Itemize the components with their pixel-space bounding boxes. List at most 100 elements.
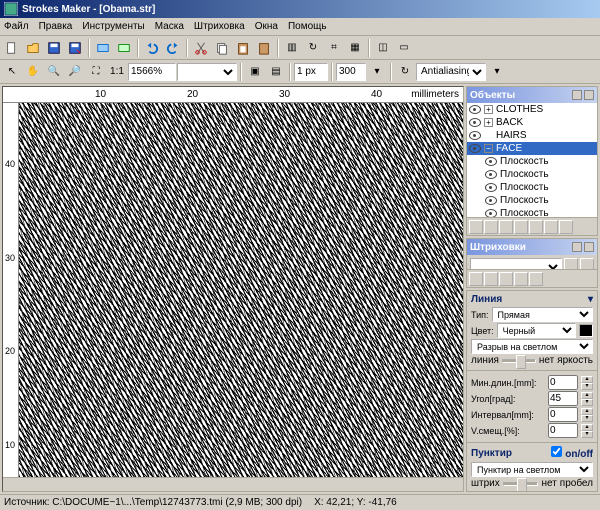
copy-button[interactable] xyxy=(212,38,232,58)
color-swatch[interactable] xyxy=(579,324,593,337)
fit-tool[interactable]: ⛶ xyxy=(86,62,106,82)
st-b-button[interactable] xyxy=(484,272,498,286)
st-c-button[interactable] xyxy=(499,272,513,286)
undo-button[interactable] xyxy=(142,38,162,58)
interval-input[interactable] xyxy=(548,407,578,422)
panel-min-icon[interactable] xyxy=(572,90,582,100)
refresh-button[interactable]: ↻ xyxy=(395,62,415,82)
eye-icon[interactable] xyxy=(469,131,481,140)
menu-tools[interactable]: Инструменты xyxy=(82,21,144,32)
obj-opts-button[interactable] xyxy=(544,220,558,234)
layer-b-button[interactable]: ▤ xyxy=(266,62,286,82)
tree-row[interactable]: −FACE xyxy=(467,142,597,155)
panel-close-icon[interactable] xyxy=(584,242,594,252)
actual-tool[interactable]: 1:1 xyxy=(107,62,127,82)
new-button[interactable] xyxy=(2,38,22,58)
st-e-button[interactable] xyxy=(529,272,543,286)
dash-slider[interactable] xyxy=(503,482,539,486)
obj-del-button[interactable] xyxy=(499,220,513,234)
line-color-select[interactable]: Черный xyxy=(497,323,576,338)
tree-row[interactable]: Плоскость xyxy=(467,168,597,181)
dash-onoff-checkbox[interactable] xyxy=(551,446,562,457)
angle-input[interactable] xyxy=(548,391,578,406)
open-button[interactable] xyxy=(23,38,43,58)
tree-row[interactable]: Плоскость xyxy=(467,194,597,207)
eye-icon[interactable] xyxy=(485,157,497,166)
tree-row[interactable]: Плоскость xyxy=(467,207,597,217)
subtract-button[interactable]: ▭ xyxy=(394,38,414,58)
panel-close-icon[interactable] xyxy=(584,90,594,100)
spin-up-icon[interactable]: ▴ xyxy=(581,392,593,399)
rotate-button[interactable]: ↻ xyxy=(303,38,323,58)
obj-down-button[interactable] xyxy=(529,220,543,234)
spin-down-icon[interactable]: ▾ xyxy=(581,383,593,390)
eye-icon[interactable] xyxy=(485,196,497,205)
hand-tool[interactable]: ✋ xyxy=(23,62,43,82)
tree-row[interactable]: Плоскость xyxy=(467,155,597,168)
eye-icon[interactable] xyxy=(469,105,481,114)
stroke-del-button[interactable] xyxy=(580,258,594,269)
spin-down-icon[interactable]: ▾ xyxy=(581,415,593,422)
zoomin-tool[interactable]: 🔍 xyxy=(44,62,64,82)
obj-more-button[interactable] xyxy=(559,220,573,234)
spin-down-icon[interactable]: ▾ xyxy=(581,431,593,438)
flip-h-button[interactable]: ▥ xyxy=(282,38,302,58)
scrollbar-horizontal[interactable] xyxy=(3,477,463,491)
render-btn[interactable]: ▾ xyxy=(487,62,507,82)
menu-mask[interactable]: Маска xyxy=(155,21,184,32)
menu-help[interactable]: Помощь xyxy=(288,21,327,32)
spin-up-icon[interactable]: ▴ xyxy=(581,424,593,431)
canvas-viewport[interactable] xyxy=(19,103,463,477)
dpi-input[interactable] xyxy=(336,63,366,81)
tree-row[interactable]: HAIRS xyxy=(467,129,597,142)
cut-button[interactable] xyxy=(191,38,211,58)
render-mode-select[interactable]: Antialiasing xyxy=(416,63,486,81)
spin-up-icon[interactable]: ▴ xyxy=(581,408,593,415)
obj-up-button[interactable] xyxy=(514,220,528,234)
panel-min-icon[interactable] xyxy=(572,242,582,252)
export-button[interactable] xyxy=(114,38,134,58)
obj-new-button[interactable] xyxy=(469,220,483,234)
zoom-input[interactable] xyxy=(128,63,176,81)
menu-edit[interactable]: Правка xyxy=(39,21,73,32)
paste2-button[interactable] xyxy=(254,38,274,58)
eye-icon[interactable] xyxy=(485,209,497,217)
dash-mode-select[interactable]: Пунктир на светлом xyxy=(471,462,593,477)
eye-icon[interactable] xyxy=(485,183,497,192)
preset-select[interactable] xyxy=(177,63,237,81)
st-d-button[interactable] xyxy=(514,272,528,286)
crop-button[interactable]: ⌗ xyxy=(324,38,344,58)
stroke-preset-select[interactable] xyxy=(470,258,562,269)
collapse-icon[interactable]: ▾ xyxy=(588,294,593,305)
tree-row[interactable]: Плоскость xyxy=(467,181,597,194)
eraser-button[interactable]: ◫ xyxy=(373,38,393,58)
tree-row[interactable]: +BACK xyxy=(467,116,597,129)
stroke-add-button[interactable] xyxy=(564,258,578,269)
vshift-input[interactable] xyxy=(548,423,578,438)
tree-row[interactable]: +CLOTHES xyxy=(467,103,597,116)
spin-up-icon[interactable]: ▴ xyxy=(581,376,593,383)
layer-a-button[interactable]: ▣ xyxy=(245,62,265,82)
objects-tree[interactable]: +CLOTHES +BACK HAIRS −FACE Плоскость Пло… xyxy=(467,103,597,217)
menu-hatch[interactable]: Штриховка xyxy=(194,21,245,32)
import-button[interactable] xyxy=(93,38,113,58)
paste-button[interactable] xyxy=(233,38,253,58)
break-mode-select[interactable]: Разрыв на светлом xyxy=(471,339,593,354)
eye-icon[interactable] xyxy=(485,170,497,179)
spin-down-icon[interactable]: ▾ xyxy=(581,399,593,406)
eye-icon[interactable] xyxy=(469,144,481,153)
color-button[interactable]: ▦ xyxy=(345,38,365,58)
st-a-button[interactable] xyxy=(469,272,483,286)
zoomout-tool[interactable]: 🔎 xyxy=(65,62,85,82)
obj-dup-button[interactable] xyxy=(484,220,498,234)
redo-button[interactable] xyxy=(163,38,183,58)
saveas-button[interactable] xyxy=(65,38,85,58)
menu-windows[interactable]: Окна xyxy=(255,21,278,32)
menu-file[interactable]: Файл xyxy=(4,21,29,32)
dpi-btn[interactable]: ▾ xyxy=(367,62,387,82)
stroke-width-input[interactable] xyxy=(294,63,328,81)
save-button[interactable] xyxy=(44,38,64,58)
pointer-tool[interactable]: ↖ xyxy=(2,62,22,82)
line-type-select[interactable]: Прямая xyxy=(492,307,593,322)
break-slider[interactable] xyxy=(502,359,536,363)
